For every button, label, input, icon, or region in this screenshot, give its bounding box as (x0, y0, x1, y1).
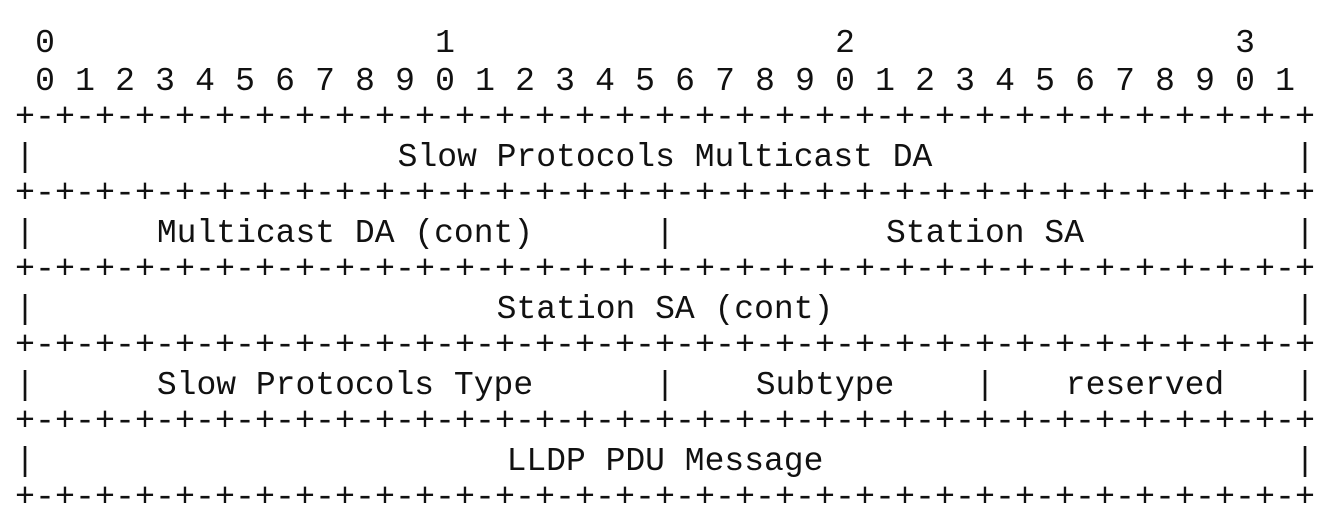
field-row: | Multicast DA (cont) | Station SA | (15, 215, 1315, 252)
bit-header-unit-digit: 8 (1155, 63, 1175, 100)
field-label: Slow Protocols Multicast DA (398, 139, 933, 176)
field-label: Multicast DA (cont) (157, 215, 533, 252)
bit-header-units: 01234567890123456789012345678901 (35, 63, 1295, 100)
field-boundary: | (1295, 367, 1315, 404)
bit-header-tens-digit: 2 (835, 25, 855, 62)
bit-header-unit-digit: 0 (35, 63, 55, 100)
field-label: Subtype (756, 367, 895, 404)
bit-header-unit-digit: 1 (475, 63, 495, 100)
field-boundary: | (15, 215, 35, 252)
bit-header-unit-digit: 3 (555, 63, 575, 100)
field-label: Station SA (cont) (497, 291, 834, 328)
bit-header-unit-digit: 6 (675, 63, 695, 100)
bit-header-tens-digit: 3 (1235, 25, 1255, 62)
bit-header-unit-digit: 9 (395, 63, 415, 100)
bit-header-tens: 0 1 2 3 (35, 25, 1255, 62)
field-boundary: | (655, 215, 675, 252)
bit-header-unit-digit: 5 (635, 63, 655, 100)
bit-header-unit-digit: 2 (115, 63, 135, 100)
bit-header-unit-digit: 4 (595, 63, 615, 100)
bit-header-unit-digit: 1 (75, 63, 95, 100)
row-separator: +-+-+-+-+-+-+-+-+-+-+-+-+-+-+-+-+-+-+-+-… (15, 99, 1315, 136)
field-boundary: | (15, 443, 35, 480)
field-boundary: | (1295, 291, 1315, 328)
bit-header-unit-digit: 9 (795, 63, 815, 100)
field-boundary: | (1295, 215, 1315, 252)
field-label: Slow Protocols Type (157, 367, 533, 404)
bit-header-tens-digit: 1 (435, 25, 455, 62)
bit-header-unit-digit: 6 (275, 63, 295, 100)
field-boundary: | (15, 367, 35, 404)
field-boundary: | (975, 367, 995, 404)
field-row: | Slow Protocols Multicast DA | (15, 139, 1315, 176)
bit-header-unit-digit: 1 (875, 63, 895, 100)
field-label: Station SA (886, 215, 1084, 252)
field-boundary: | (15, 291, 35, 328)
field-boundary: | (655, 367, 675, 404)
bit-header-unit-digit: 4 (995, 63, 1015, 100)
bit-header-unit-digit: 7 (315, 63, 335, 100)
bit-header-unit-digit: 0 (1235, 63, 1255, 100)
row-separator: +-+-+-+-+-+-+-+-+-+-+-+-+-+-+-+-+-+-+-+-… (15, 251, 1315, 288)
field-label: LLDP PDU Message (507, 443, 824, 480)
bit-header-unit-digit: 1 (1275, 63, 1295, 100)
bit-header-unit-digit: 8 (755, 63, 775, 100)
packet-format-diagram: 0123 01234567890123456789012345678901 +-… (15, 25, 1315, 516)
row-separator: +-+-+-+-+-+-+-+-+-+-+-+-+-+-+-+-+-+-+-+-… (15, 327, 1315, 364)
field-row: | LLDP PDU Message | (15, 443, 1315, 480)
bit-header-unit-digit: 5 (235, 63, 255, 100)
bit-header-unit-digit: 5 (1035, 63, 1055, 100)
bit-header-unit-digit: 2 (915, 63, 935, 100)
field-boundary: | (1295, 139, 1315, 176)
bit-header-unit-digit: 7 (715, 63, 735, 100)
row-separator: +-+-+-+-+-+-+-+-+-+-+-+-+-+-+-+-+-+-+-+-… (15, 479, 1315, 516)
field-label: reserved (1066, 367, 1224, 404)
bit-header-unit-digit: 7 (1115, 63, 1135, 100)
field-row: | Station SA (cont) | (15, 291, 1315, 328)
bit-header-unit-digit: 4 (195, 63, 215, 100)
bit-header-unit-digit: 8 (355, 63, 375, 100)
bit-header-unit-digit: 0 (835, 63, 855, 100)
bit-header-tens-digit: 0 (35, 25, 55, 62)
row-separator: +-+-+-+-+-+-+-+-+-+-+-+-+-+-+-+-+-+-+-+-… (15, 175, 1315, 212)
row-separator: +-+-+-+-+-+-+-+-+-+-+-+-+-+-+-+-+-+-+-+-… (15, 403, 1315, 440)
field-row: | Slow Protocols Type | Subtype | reserved | (15, 367, 1315, 404)
bit-header-unit-digit: 0 (435, 63, 455, 100)
bit-header-unit-digit: 3 (155, 63, 175, 100)
bit-header-unit-digit: 6 (1075, 63, 1095, 100)
bit-header-unit-digit: 3 (955, 63, 975, 100)
field-boundary: | (15, 139, 35, 176)
bit-header-unit-digit: 2 (515, 63, 535, 100)
field-boundary: | (1295, 443, 1315, 480)
bit-header-unit-digit: 9 (1195, 63, 1215, 100)
